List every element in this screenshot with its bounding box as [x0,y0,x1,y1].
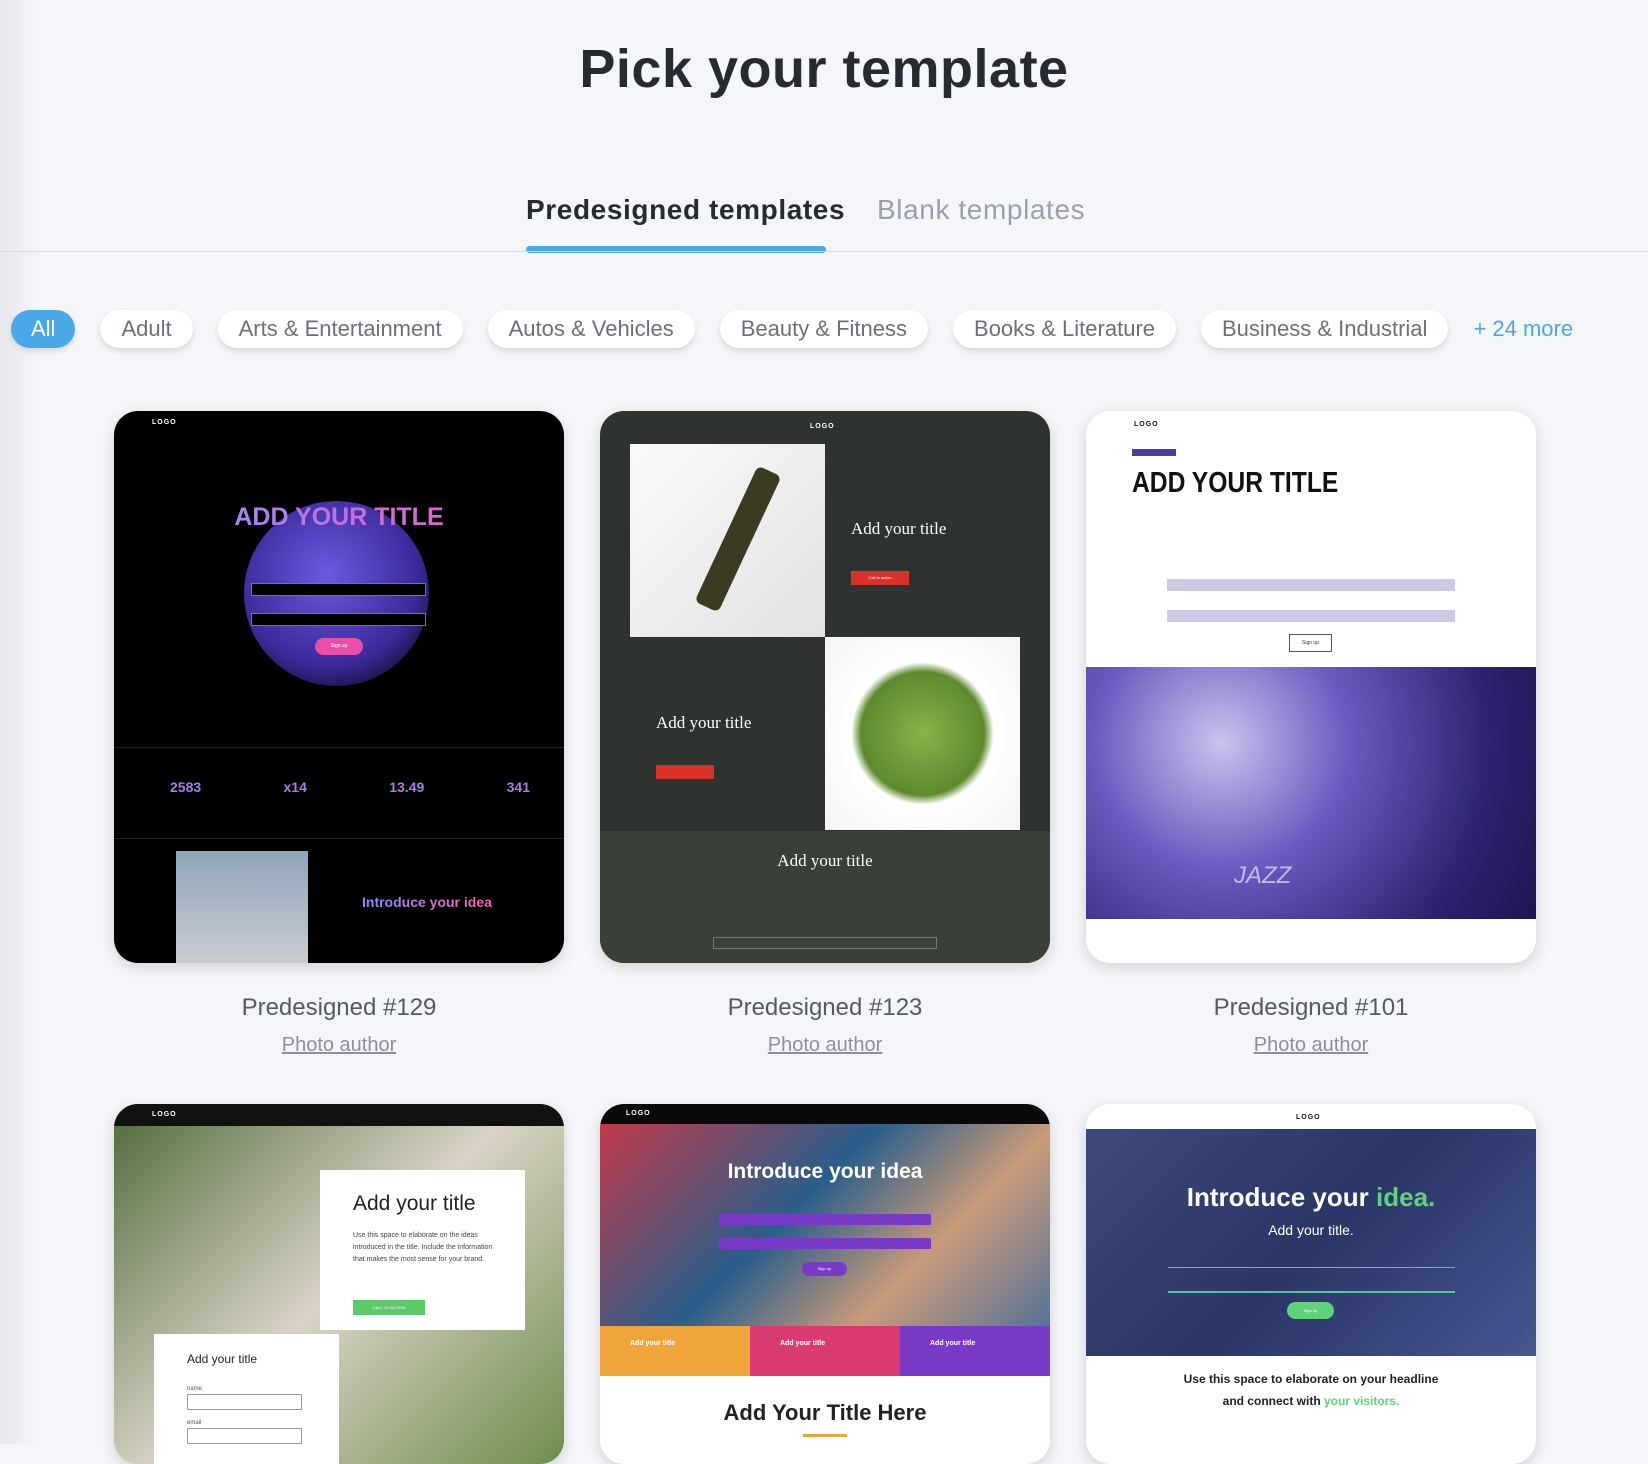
preview-signup-button: Sign up [315,638,363,655]
category-all[interactable]: All [11,310,76,348]
preview-heading: Add Your Title Here [723,1400,927,1425]
template-card-6[interactable]: LOGO Introduce your idea. Add your title… [1086,1104,1536,1464]
preview-title: ADD YOUR TITLE [114,503,564,532]
stat: x14 [283,779,307,795]
photo-author-link[interactable]: Photo author [282,1034,397,1057]
preview-salad-image [825,637,1020,830]
stat: 2583 [170,779,202,795]
preview-box: Add your title [900,1326,1050,1376]
tabs-divider [0,251,1648,252]
template-name: Predesigned #129 [241,994,437,1021]
preview-title: Introduce your [1186,1182,1369,1212]
preview-astronaut-image [176,851,308,963]
preview-subtitle: Add your title. [1268,1222,1354,1238]
preview-office-image [1086,1129,1536,1356]
photo-author-link[interactable]: Photo author [768,1034,883,1057]
preview-section-title: Introduce your idea [362,894,492,910]
page-title: Pick your template [579,39,1069,99]
category-beauty[interactable]: Beauty & Fitness [719,310,929,348]
template-name: Predesigned #101 [1213,994,1409,1021]
preview-cta: CALL TO ACTION [353,1300,425,1315]
stat: 341 [506,779,530,795]
preview-title: Add your title [777,851,873,870]
tab-predesigned[interactable]: Predesigned templates [526,194,845,226]
preview-body-accent: your visitors. [1324,1394,1400,1408]
preview-field-label: email [187,1420,202,1426]
template-card-5[interactable]: LOGO Introduce your idea Sign up Add you… [600,1104,1050,1464]
category-business[interactable]: Business & Industrial [1201,310,1449,348]
preview-signup-button: Sign up [1289,634,1332,652]
preview-form-title: Add your title [187,1352,258,1366]
template-card-123[interactable]: LOGO Add your title Call to action Add y… [600,411,1050,963]
preview-box: Add your title [750,1326,900,1376]
category-filter: All Adult Arts & Entertainment Autos & V… [11,310,1573,348]
preview-logo: LOGO [152,419,177,426]
template-card-4[interactable]: LOGO Add your title Use this space to el… [114,1104,564,1464]
preview-logo: LOGO [626,1110,651,1117]
left-edge-shadow [0,0,40,1444]
preview-title: Add your title [656,713,752,732]
preview-box: Add your title [600,1326,750,1376]
preview-signup-button: Sign up [802,1262,847,1276]
preview-body: and connect with [1222,1394,1321,1408]
template-card-101[interactable]: LOGO ADD YOUR TITLE Sign up JAZZ [1086,411,1536,963]
preview-logo: LOGO [1134,421,1159,428]
category-autos[interactable]: Autos & Vehicles [487,310,695,348]
preview-image-text: JAZZ [1234,862,1292,889]
stat: 13.49 [389,779,425,795]
preview-logo: LOGO [1296,1114,1321,1121]
template-card-129[interactable]: LOGO ADD YOUR TITLE Sign up 2583 x14 13.… [114,411,564,963]
category-books[interactable]: Books & Literature [953,310,1176,348]
preview-title: Introduce your idea [727,1160,923,1183]
template-name: Predesigned #123 [727,994,923,1021]
preview-title: Add your title [851,519,947,538]
preview-stats: 2583 x14 13.49 341 [170,779,530,795]
preview-wine-image [630,444,825,637]
preview-title: ADD YOUR TITLE [1132,467,1339,499]
photo-author-link[interactable]: Photo author [1254,1034,1369,1057]
tab-blank[interactable]: Blank templates [877,194,1085,226]
preview-logo: LOGO [810,423,835,430]
preview-cta: Call to action [851,571,909,585]
more-categories-link[interactable]: + 24 more [1473,310,1573,348]
preview-body: Use this space to elaborate on the ideas… [353,1232,493,1263]
category-adult[interactable]: Adult [100,310,193,348]
category-arts[interactable]: Arts & Entertainment [217,310,463,348]
preview-signup-button: Sign up [1287,1302,1334,1319]
preview-title-accent: idea. [1376,1182,1436,1212]
preview-concert-image: JAZZ [1086,667,1536,919]
preview-body: Use this space to elaborate on your head… [1183,1372,1439,1386]
preview-title: Add your title [353,1192,476,1215]
preview-field-label: name [187,1386,203,1392]
preview-logo: LOGO [152,1111,177,1118]
